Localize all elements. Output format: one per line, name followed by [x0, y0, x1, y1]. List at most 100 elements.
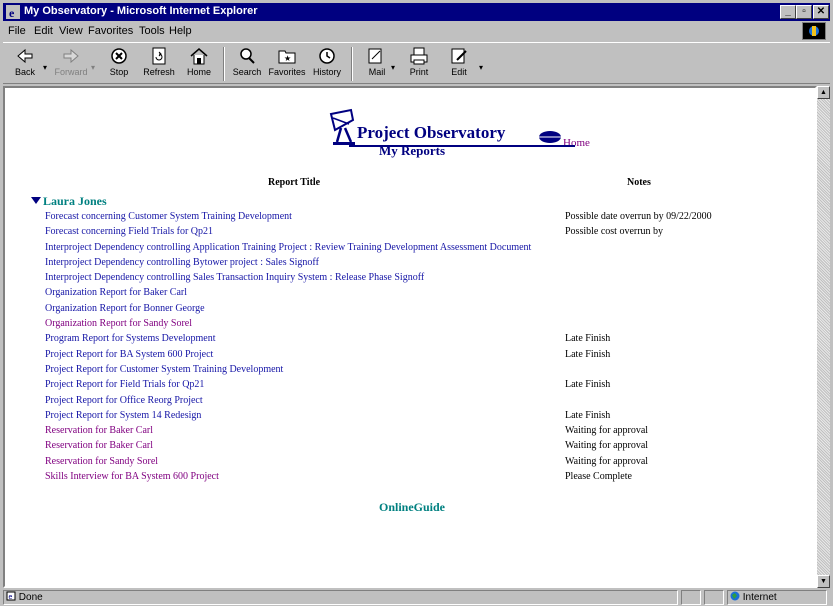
report-title-link[interactable]: Forecast concerning Customer System Trai… [45, 211, 292, 222]
report-row: Reservation for Sandy Sorel Waiting for a… [45, 456, 815, 471]
report-row: Forecast concerning Field Trials for Qp2… [45, 226, 815, 241]
toolbar: Back ▾ Forward ▾ Stop Refresh Home Searc… [3, 42, 830, 84]
menu-favorites[interactable]: Favorites [88, 25, 133, 37]
report-title-link[interactable]: Project Report for Customer System Train… [45, 364, 283, 375]
report-row: Project Report for System 14 Redesign Lat… [45, 410, 815, 425]
report-row: Project Report for Customer System Train… [45, 364, 815, 379]
report-title-link[interactable]: Project Report for BA System 600 Project [45, 349, 213, 360]
report-title-link[interactable]: Organization Report for Bonner George [45, 303, 205, 314]
menu-view[interactable]: View [59, 25, 83, 37]
report-row: Interproject Dependency controlling Appl… [45, 242, 815, 257]
report-row: Forecast concerning Customer System Trai… [45, 211, 815, 226]
refresh-icon [152, 47, 166, 65]
title-bar[interactable]: e My Observatory - Microsoft Internet Ex… [3, 3, 830, 21]
menu-edit[interactable]: Edit [34, 25, 53, 37]
report-notes: Possible cost overrun by [565, 226, 664, 238]
logo-title: Project Observatory [357, 123, 506, 142]
close-button[interactable]: ✕ [813, 5, 829, 19]
report-title-link[interactable]: Reservation for Baker Carl [45, 425, 153, 436]
report-notes: Late Finish [565, 348, 611, 360]
home-button[interactable]: Home [179, 45, 219, 83]
menu-bar: File Edit View Favorites Tools Help [3, 22, 830, 40]
print-icon [410, 47, 428, 65]
svg-text:e: e [9, 6, 15, 20]
collapse-triangle-icon[interactable] [31, 197, 41, 204]
edit-label: Edit [451, 67, 467, 77]
edit-button[interactable]: Edit [439, 45, 479, 83]
svg-text:e: e [9, 594, 13, 601]
report-notes: Late Finish [565, 333, 611, 345]
menu-help[interactable]: Help [169, 25, 192, 37]
print-button[interactable]: Print [399, 45, 439, 83]
favorites-button[interactable]: ★ Favorites [267, 45, 307, 83]
favorites-label: Favorites [268, 67, 306, 77]
online-guide-link[interactable]: OnlineGuide [5, 500, 815, 515]
report-title-link[interactable]: Forecast concerning Field Trials for Qp2… [45, 226, 213, 237]
search-icon [240, 48, 255, 64]
scroll-up-button[interactable]: ▲ [817, 86, 830, 99]
page-content: Project Observatory Home My Reports Repo… [3, 86, 817, 588]
report-row: Organization Report for Bonner George [45, 303, 815, 318]
edit-dropdown[interactable]: ▾ [479, 63, 483, 72]
report-title-link[interactable]: Interproject Dependency controlling Sale… [45, 272, 424, 283]
menu-file[interactable]: File [8, 25, 26, 37]
report-notes: Late Finish [565, 379, 611, 391]
report-title-link[interactable]: Interproject Dependency controlling Appl… [45, 242, 531, 253]
report-title-link[interactable]: Reservation for Sandy Sorel [45, 456, 158, 467]
toolbar-separator [351, 47, 353, 81]
back-button[interactable]: Back [5, 45, 45, 83]
page-done-icon: e [6, 591, 16, 601]
report-row: Project Report for BA System 600 Project… [45, 349, 815, 364]
refresh-button[interactable]: Refresh [139, 45, 179, 83]
history-button[interactable]: History [307, 45, 347, 83]
column-header-title: Report Title [268, 177, 321, 188]
report-title-link[interactable]: Organization Report for Sandy Sorel [45, 318, 192, 329]
print-label: Print [409, 67, 429, 77]
report-title-link[interactable]: Organization Report for Baker Carl [45, 287, 187, 298]
column-header-notes: Notes [627, 177, 651, 188]
forward-dropdown[interactable]: ▾ [91, 63, 95, 72]
report-row: Project Report for Field Trials for Qp21… [45, 379, 815, 394]
forward-button[interactable]: Forward [51, 45, 91, 83]
back-arrow-icon [17, 48, 33, 64]
telescope-icon [329, 108, 355, 145]
report-title-link[interactable]: Project Report for Field Trials for Qp21 [45, 379, 204, 390]
menu-tools[interactable]: Tools [139, 25, 165, 37]
home-label: Home [186, 67, 211, 77]
report-title-link[interactable]: Skills Interview for BA System 600 Proje… [45, 471, 219, 482]
scroll-down-button[interactable]: ▼ [817, 575, 830, 588]
home-globe-icon[interactable] [538, 130, 562, 144]
page-title: My Reports [378, 143, 446, 158]
person-group-header[interactable]: Laura Jones [31, 194, 107, 209]
report-title-link[interactable]: Interproject Dependency controlling Byto… [45, 257, 319, 268]
minimize-button[interactable]: _ [780, 5, 796, 19]
report-row: Interproject Dependency controlling Sale… [45, 272, 815, 287]
stop-button[interactable]: Stop [99, 45, 139, 83]
report-list: Forecast concerning Customer System Trai… [45, 211, 815, 486]
maximize-button[interactable]: ▫ [796, 5, 812, 19]
vertical-scrollbar[interactable]: ▲ ▼ [817, 86, 830, 588]
stop-icon [111, 48, 127, 64]
report-notes: Waiting for approval [565, 440, 649, 452]
history-icon [319, 48, 335, 64]
internet-globe-icon [730, 591, 740, 601]
mail-icon [368, 48, 382, 64]
report-row: Organization Report for Sandy Sorel [45, 318, 815, 333]
report-notes: Possible date overrun by 09/22/2000 [565, 211, 712, 222]
report-title-link[interactable]: Project Report for Office Reorg Project [45, 395, 203, 406]
report-row: Program Report for Systems Development La… [45, 333, 815, 348]
window-title: My Observatory - Microsoft Internet Expl… [24, 5, 258, 17]
report-title-link[interactable]: Program Report for Systems Development [45, 333, 216, 344]
report-row: Interproject Dependency controlling Byto… [45, 257, 815, 272]
report-row: Organization Report for Baker Carl [45, 287, 815, 302]
report-title-link[interactable]: Reservation for Baker Carl [45, 440, 153, 451]
search-button[interactable]: Search [227, 45, 267, 83]
person-name: Laura Jones [43, 194, 107, 208]
favorites-icon: ★ [278, 50, 296, 64]
report-row: Reservation for Baker Carl Waiting for ap… [45, 440, 815, 455]
back-dropdown[interactable]: ▾ [43, 63, 47, 72]
report-title-link[interactable]: Project Report for System 14 Redesign [45, 410, 201, 421]
mail-dropdown[interactable]: ▾ [391, 63, 395, 72]
history-label: History [312, 67, 341, 77]
status-bar: e Done Internet [3, 589, 830, 606]
